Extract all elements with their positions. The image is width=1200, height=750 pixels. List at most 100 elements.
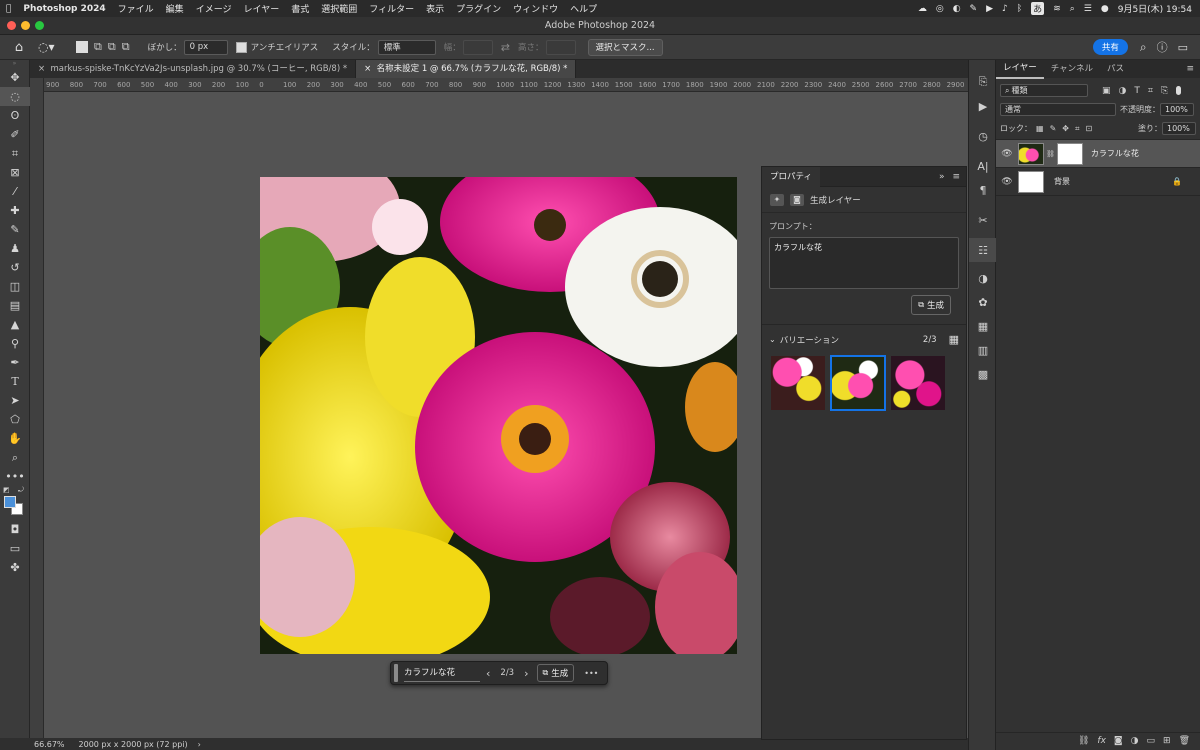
menu-app-name[interactable]: Photoshop 2024 — [17, 4, 111, 14]
volume-icon[interactable]: ♪ — [1002, 4, 1008, 14]
lasso-tool-icon[interactable]: ʘ — [0, 106, 30, 125]
swatches-icon[interactable]: ✿ — [969, 290, 997, 314]
tab-channels[interactable]: チャンネル — [1044, 60, 1100, 78]
width-input[interactable] — [462, 39, 493, 55]
bluetooth-icon[interactable]: ᛒ — [1017, 4, 1022, 14]
history-brush-tool-icon[interactable]: ↺ — [0, 258, 30, 277]
delete-layer-icon[interactable]: 🗑 — [1179, 736, 1190, 746]
vertical-ruler[interactable] — [30, 78, 44, 738]
sync-icon[interactable]: ◐ — [953, 4, 961, 14]
search-icon[interactable]: ⌕ — [1140, 40, 1147, 55]
new-group-icon[interactable]: ▭ — [1147, 736, 1156, 746]
menu-plugins[interactable]: プラグイン — [450, 2, 507, 15]
shape-tool-icon[interactable]: ⬠ — [0, 410, 30, 429]
creative-cloud-icon[interactable]: ◎ — [936, 4, 944, 14]
select-and-mask-button[interactable]: 選択とマスク... — [587, 38, 663, 56]
prompt-textarea[interactable]: カラフルな花 — [769, 237, 959, 289]
stamp-tool-icon[interactable]: ♟ — [0, 239, 30, 258]
chevron-down-icon[interactable]: ⌄ — [769, 335, 776, 344]
play-icon[interactable]: ▶ — [986, 4, 993, 14]
lock-position-icon[interactable]: ✥ — [1062, 124, 1069, 133]
toolbar-collapse-icon[interactable]: » — [0, 60, 29, 68]
brush-tool-icon[interactable]: ✎ — [0, 220, 30, 239]
quick-mask-icon[interactable]: ◘ — [0, 520, 30, 539]
libraries-icon[interactable]: ▦ — [969, 314, 997, 338]
eyedropper-tool-icon[interactable]: ⁄ — [0, 182, 30, 201]
more-options-icon[interactable]: ••• — [584, 669, 598, 678]
menu-select[interactable]: 選択範囲 — [315, 2, 363, 15]
eraser-tool-icon[interactable]: ◫ — [0, 277, 30, 296]
actions-panel-icon[interactable]: ▶ — [969, 94, 997, 118]
healing-brush-tool-icon[interactable]: ✚ — [0, 201, 30, 220]
menu-help[interactable]: ヘルプ — [564, 2, 603, 15]
help-icon[interactable]: ⓘ — [1157, 39, 1168, 55]
layer-row[interactable]: 👁 ⛓ カラフルな花 — [996, 140, 1200, 168]
prompt-input[interactable]: カラフルな花 — [404, 664, 480, 682]
crop-tool-icon[interactable]: ⌗ — [0, 144, 30, 163]
zoom-tool-icon[interactable]: ⌕ — [0, 448, 30, 467]
variation-thumbnail-2[interactable] — [830, 355, 886, 411]
search-icon[interactable]: ⌕ — [1070, 4, 1075, 14]
swap-icon[interactable]: ⇄ — [501, 41, 510, 54]
filter-adjust-icon[interactable]: ◑ — [1119, 86, 1127, 96]
tool-presets-icon[interactable]: ◷ — [969, 124, 997, 148]
marquee-preset-icon[interactable]: ◌▾ — [38, 40, 68, 54]
layer-style-icon[interactable]: fx — [1097, 736, 1106, 746]
tab-document-1[interactable]: × markus-spiske-TnKcYzVa2Js-unsplash.jpg… — [30, 60, 357, 78]
apple-icon[interactable]:  — [0, 4, 17, 14]
foreground-color[interactable] — [4, 496, 16, 508]
status-chevron-icon[interactable]: › — [198, 740, 201, 749]
color-panel-icon[interactable]: ◑ — [969, 266, 997, 290]
new-selection-icon[interactable] — [76, 41, 88, 53]
type-tool-icon[interactable]: T — [0, 372, 30, 391]
minimize-window-button[interactable] — [21, 21, 30, 30]
lock-transparent-icon[interactable]: ▦ — [1036, 124, 1044, 133]
menu-layer[interactable]: レイヤー — [238, 2, 286, 15]
horizontal-ruler[interactable]: 900 800 700 600 500 400 300 200 100 0 100 200 300 400… — [44, 78, 968, 92]
swap-colors-icon[interactable]: ⤾ — [18, 486, 24, 495]
prev-variation-icon[interactable]: ‹ — [486, 667, 490, 680]
intersect-selection-icon[interactable]: ⧉ — [122, 40, 130, 54]
generate-button[interactable]: ⧉ 生成 — [536, 664, 575, 682]
generative-icon[interactable]: ✤ — [0, 558, 30, 577]
visibility-eye-icon[interactable]: 👁 — [996, 177, 1018, 187]
quick-select-tool-icon[interactable]: ✐ — [0, 125, 30, 144]
add-selection-icon[interactable]: ⧉ — [94, 40, 102, 54]
clock[interactable]: 9月5日(木) 19:54 — [1118, 2, 1192, 15]
pen-icon[interactable]: ✎ — [970, 4, 978, 14]
fill-input[interactable]: 100% — [1162, 122, 1196, 135]
panel-menu-icon[interactable]: ≡ — [952, 172, 960, 182]
more-tools-icon[interactable]: ••• — [0, 467, 30, 486]
grid-view-icon[interactable]: ▦ — [949, 333, 959, 346]
path-select-tool-icon[interactable]: ➤ — [0, 391, 30, 410]
menu-view[interactable]: 表示 — [420, 2, 450, 15]
panel-menu-icon[interactable]: ≡ — [1186, 64, 1194, 74]
menu-filter[interactable]: フィルター — [363, 2, 420, 15]
paragraph-panel-icon[interactable]: ¶ — [969, 178, 997, 202]
blend-mode-select[interactable]: 通常 — [1000, 103, 1116, 116]
zoom-level[interactable]: 66.67% — [34, 740, 65, 749]
filter-type-icon[interactable]: T — [1134, 86, 1140, 96]
link-icon[interactable]: ⛓ — [1046, 150, 1055, 158]
share-button[interactable]: 共有 — [1092, 39, 1128, 55]
subtract-selection-icon[interactable]: ⧉ — [108, 40, 116, 54]
character-panel-icon[interactable]: A| — [969, 154, 997, 178]
opacity-input[interactable]: 100% — [1160, 103, 1194, 116]
blur-tool-icon[interactable]: ▲ — [0, 315, 30, 334]
dodge-tool-icon[interactable]: ⚲ — [0, 334, 30, 353]
gradients-icon[interactable]: ▥ — [969, 338, 997, 362]
frame-tool-icon[interactable]: ⊠ — [0, 163, 30, 182]
collapse-panel-icon[interactable]: » — [939, 172, 945, 182]
cloud-icon[interactable]: ☁ — [918, 4, 927, 14]
marquee-tool-icon[interactable]: ◌ — [0, 87, 30, 106]
home-icon[interactable]: ⌂ — [0, 40, 38, 55]
tab-paths[interactable]: パス — [1100, 60, 1131, 78]
variation-thumbnail-3[interactable] — [891, 356, 945, 410]
filter-toggle[interactable] — [1176, 86, 1182, 95]
visibility-eye-icon[interactable]: 👁 — [996, 149, 1018, 159]
wifi-icon[interactable]: ≋ — [1053, 4, 1061, 14]
variation-thumbnail-1[interactable] — [771, 356, 825, 410]
document-canvas[interactable] — [260, 177, 737, 654]
history-panel-icon[interactable]: ⎘ — [969, 70, 997, 94]
filter-pixel-icon[interactable]: ▣ — [1102, 86, 1111, 96]
